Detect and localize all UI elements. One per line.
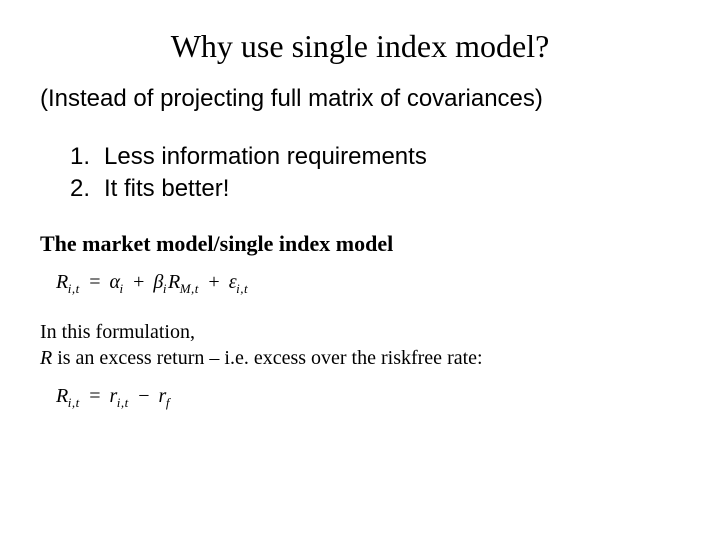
equation-market-model: Ri,t = αi + βiRM,t + εi,t: [0, 271, 720, 297]
list-number: 2.: [70, 175, 104, 203]
eq-subscript: i: [119, 281, 123, 296]
eq-var-R: R: [56, 385, 69, 407]
eq-subscript: i,t: [68, 395, 80, 410]
section-heading: The market model/single index model: [0, 231, 720, 257]
body-text: In this formulation, R is an excess retu…: [0, 319, 720, 371]
eq-var-Rm: R: [168, 271, 181, 293]
eq-subscript: f: [166, 395, 170, 410]
eq-minus: −: [138, 385, 150, 407]
list-item: 1.Less information requirements: [70, 143, 680, 171]
eq-subscript: i: [163, 281, 167, 296]
eq-equals: =: [89, 271, 101, 293]
list-text: Less information requirements: [104, 143, 427, 170]
body-line1: In this formulation,: [40, 321, 195, 343]
slide: Why use single index model? (Instead of …: [0, 0, 720, 540]
eq-subscript: M,t: [180, 281, 199, 296]
eq-plus: +: [133, 271, 145, 293]
eq-subscript: i,t: [68, 281, 80, 296]
reasons-list: 1.Less information requirements 2.It fit…: [0, 143, 720, 203]
eq-equals: =: [89, 385, 101, 407]
eq-subscript: i,t: [117, 395, 129, 410]
equation-excess-return: Ri,t = ri,t − rf: [0, 385, 720, 411]
body-line2: is an excess return – i.e. excess over t…: [52, 347, 482, 369]
list-item: 2.It fits better!: [70, 175, 680, 203]
list-number: 1.: [70, 143, 104, 171]
slide-subtitle: (Instead of projecting full matrix of co…: [0, 85, 720, 113]
eq-var-R: R: [56, 271, 69, 293]
eq-plus: +: [208, 271, 220, 293]
eq-subscript: i,t: [236, 281, 248, 296]
slide-title: Why use single index model?: [0, 0, 720, 85]
body-var-R: R: [40, 347, 52, 369]
list-text: It fits better!: [104, 175, 229, 202]
